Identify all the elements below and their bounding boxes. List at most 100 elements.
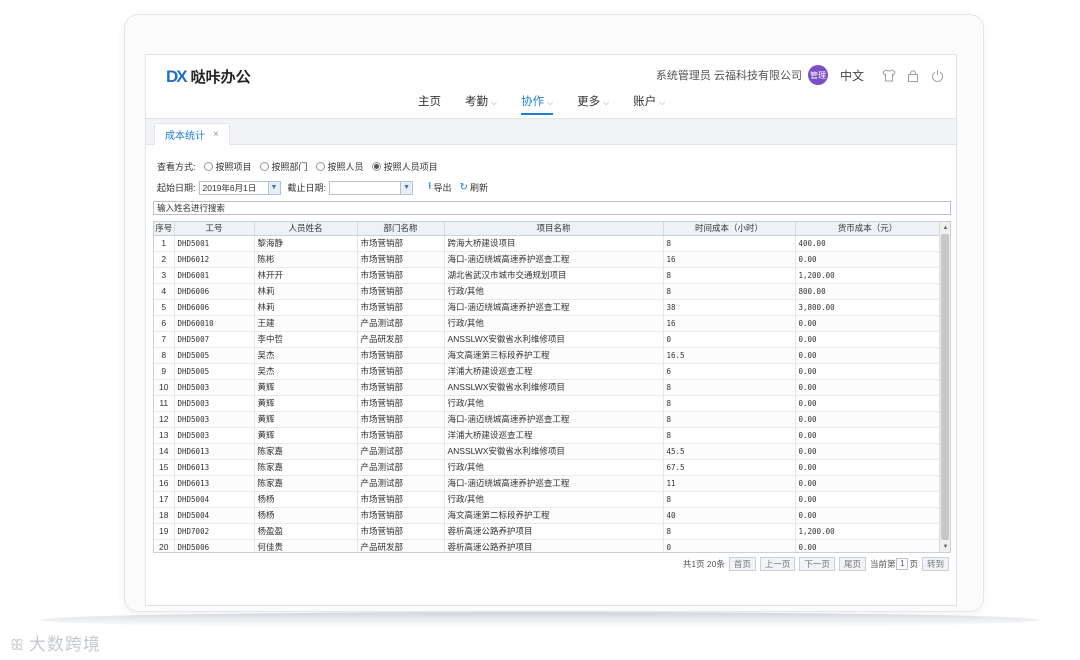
- nav-item-more[interactable]: 更多 ⌵: [577, 93, 609, 115]
- department-name: 市场营销部: [357, 267, 445, 284]
- row-index: 14: [154, 443, 175, 460]
- close-icon[interactable]: ×: [213, 129, 219, 140]
- tab-bar: 成本统计 ×: [146, 119, 956, 145]
- nav-item-attendance[interactable]: 考勤 ⌵: [465, 93, 497, 115]
- person-name: 黎海静: [254, 235, 358, 252]
- nav-item-label: 考勤: [465, 96, 488, 108]
- table-row[interactable]: 20 DHD5006 何佳贵 产品研发部 蓉析高速公路养护项目 0 0.00: [154, 539, 941, 552]
- column-header[interactable]: 序号: [154, 222, 175, 236]
- radio-by-department[interactable]: 按照部门: [259, 160, 308, 173]
- project-name: 行政/其他: [444, 459, 664, 476]
- table-row[interactable]: 3 DHD6001 林开开 市场营销部 湖北省武汉市城市交通规划项目 8 1,200.00: [154, 267, 941, 284]
- person-name: 黄辉: [254, 427, 358, 444]
- person-name: 黄辉: [254, 411, 358, 428]
- next-page-button[interactable]: 下一页: [799, 557, 835, 571]
- table-row[interactable]: 6 DHD60010 王建 产品测试部 行政/其他 16 0.00: [154, 315, 941, 332]
- project-name: 海口-涵迈绕城高速养护巡查工程: [444, 251, 664, 268]
- nav-item-label: 更多: [577, 96, 601, 108]
- table-row[interactable]: 12 DHD5003 黄辉 市场营销部 海口-涵迈绕城高速养护巡查工程 8 0.00: [154, 411, 941, 428]
- table-body: 1 DHD5001 黎海静 市场营销部 跨海大桥建设项目 8 400.00 2 DHD6012 陈…: [154, 235, 941, 552]
- chevron-down-icon: ⌵: [491, 98, 498, 107]
- money-cost: 1,200.00: [795, 523, 941, 540]
- lock-icon[interactable]: [904, 66, 922, 84]
- go-to-page-button[interactable]: 转到: [921, 557, 949, 571]
- radio-icon: [203, 162, 213, 171]
- project-name: 海文高速第二标段养护工程: [444, 507, 664, 524]
- app-logo[interactable]: DX 哒咔办公: [166, 66, 251, 87]
- row-index: 10: [154, 379, 175, 396]
- scroll-thumb[interactable]: [941, 234, 949, 540]
- user-info: 系统管理员 云福科技有限公司: [655, 70, 802, 82]
- scroll-down-icon[interactable]: ▼: [940, 541, 950, 552]
- export-button[interactable]: ⭱ 导出: [428, 179, 452, 196]
- chevron-down-icon[interactable]: ▼: [400, 181, 413, 194]
- department-name: 市场营销部: [357, 427, 445, 444]
- scroll-up-icon[interactable]: ▲: [940, 222, 950, 233]
- column-header[interactable]: 部门名称: [357, 222, 445, 236]
- employee-id: DHD5003: [174, 411, 255, 428]
- column-header[interactable]: 货币成本（元）: [795, 222, 941, 236]
- chevron-down-icon[interactable]: ▼: [267, 181, 280, 194]
- avatar[interactable]: 管理: [807, 65, 828, 85]
- employee-id: DHD5006: [174, 539, 255, 552]
- radio-by-person[interactable]: 按照人员: [315, 160, 364, 173]
- nav-item-home[interactable]: 主页: [418, 93, 441, 115]
- department-name: 市场营销部: [357, 491, 445, 508]
- time-cost: 8: [663, 523, 796, 540]
- money-cost: 1,200.00: [795, 267, 941, 284]
- radio-by-project[interactable]: 按照项目: [203, 160, 252, 173]
- table-row[interactable]: 2 DHD6012 陈彬 市场营销部 海口-涵迈绕城高速养护巡查工程 16 0.00: [154, 251, 941, 268]
- tab-cost-statistics[interactable]: 成本统计 ×: [154, 123, 230, 145]
- table-row[interactable]: 10 DHD5003 黄辉 市场营销部 ANSSLWX安徽省水利维修项目 8 0.00: [154, 379, 941, 396]
- search-placeholder: 输入姓名进行搜索: [157, 203, 226, 213]
- pagination: 共1页 20条 首页 上一页 下一页 尾页 当前第 1 页 转到: [683, 557, 949, 571]
- view-mode-label: 查看方式:: [157, 162, 196, 172]
- table-row[interactable]: 9 DHD5005 吴杰 市场营销部 洋浦大桥建设巡查工程 6 0.00: [154, 363, 941, 380]
- table-row[interactable]: 14 DHD6013 陈家嘉 产品测试部 ANSSLWX安徽省水利维修项目 45.5 0.0…: [154, 443, 941, 460]
- column-header[interactable]: 工号: [174, 222, 255, 236]
- table-row[interactable]: 8 DHD5005 吴杰 市场营销部 海文高速第三标段养护工程 16.5 0.00: [154, 347, 941, 364]
- column-header[interactable]: 人员姓名: [254, 222, 358, 236]
- prev-page-button[interactable]: 上一页: [759, 557, 796, 571]
- table-row[interactable]: 4 DHD6006 林莉 市场营销部 行政/其他 8 800.00: [154, 283, 941, 300]
- row-index: 15: [154, 459, 175, 476]
- project-name: 行政/其他: [444, 283, 664, 300]
- person-name: 何佳贵: [254, 539, 358, 552]
- table-row[interactable]: 16 DHD6013 陈家嘉 产品测试部 海口-涵迈绕城高速养护巡查工程 11 0.00: [154, 475, 941, 492]
- refresh-button[interactable]: ↻ 刷新: [460, 181, 488, 194]
- shirt-icon[interactable]: [880, 66, 898, 84]
- table-row[interactable]: 13 DHD5003 黄辉 市场营销部 洋浦大桥建设巡查工程 8 0.00: [154, 427, 941, 444]
- table-row[interactable]: 18 DHD5004 杨杨 市场营销部 海文高速第二标段养护工程 40 0.00: [154, 507, 941, 524]
- nav-item-label: 协作: [521, 96, 545, 108]
- table-row[interactable]: 19 DHD7002 杨盈盈 市场营销部 蓉析高速公路养护项目 8 1,200.00: [154, 523, 941, 540]
- radio-by-person-project[interactable]: 按照人员项目: [371, 160, 438, 173]
- table-row[interactable]: 15 DHD6013 陈家嘉 产品测试部 行政/其他 67.5 0.00: [154, 459, 941, 476]
- vertical-scrollbar[interactable]: ▲ ▼: [939, 222, 950, 552]
- main-nav: 主页 考勤 ⌵ 协作 ⌵ 更多 ⌵ 账户 ⌵: [418, 93, 689, 115]
- time-cost: 6: [663, 363, 796, 380]
- name-search-input[interactable]: 输入姓名进行搜索: [153, 201, 951, 215]
- table-row[interactable]: 11 DHD5003 黄辉 市场营销部 行政/其他 8 0.00: [154, 395, 941, 412]
- page-number-input[interactable]: 1: [896, 558, 909, 570]
- end-date-field[interactable]: ▼: [329, 180, 414, 195]
- project-name: 洋浦大桥建设巡查工程: [444, 427, 664, 444]
- employee-id: DHD6006: [174, 299, 255, 316]
- radio-label: 按照人员项目: [383, 162, 438, 172]
- last-page-button[interactable]: 尾页: [838, 557, 866, 571]
- refresh-icon: ↻: [459, 182, 468, 193]
- power-icon[interactable]: [928, 66, 946, 84]
- export-icon: ⭱: [428, 181, 432, 192]
- table-row[interactable]: 17 DHD5004 杨杨 市场营销部 行政/其他 8 0.00: [154, 491, 941, 508]
- first-page-button[interactable]: 首页: [728, 557, 756, 571]
- table-row[interactable]: 1 DHD5001 黎海静 市场营销部 跨海大桥建设项目 8 400.00: [154, 235, 941, 252]
- nav-item-collaboration[interactable]: 协作 ⌵: [521, 93, 554, 115]
- table-row[interactable]: 5 DHD6006 林莉 市场营销部 海口-涵迈绕城高速养护巡查工程 38 3,800.00: [154, 299, 941, 316]
- column-header[interactable]: 时间成本（小时）: [663, 222, 796, 236]
- language-switch[interactable]: 中文: [840, 67, 864, 84]
- nav-item-account[interactable]: 账户 ⌵: [633, 93, 665, 115]
- column-header[interactable]: 项目名称: [444, 222, 664, 236]
- project-name: 行政/其他: [444, 315, 664, 332]
- table-row[interactable]: 7 DHD5007 李中哲 产品研发部 ANSSLWX安徽省水利维修项目 0 0.00: [154, 331, 941, 348]
- employee-id: DHD5003: [174, 379, 255, 396]
- start-date-field[interactable]: 2019年6月1日 ▼: [198, 180, 281, 195]
